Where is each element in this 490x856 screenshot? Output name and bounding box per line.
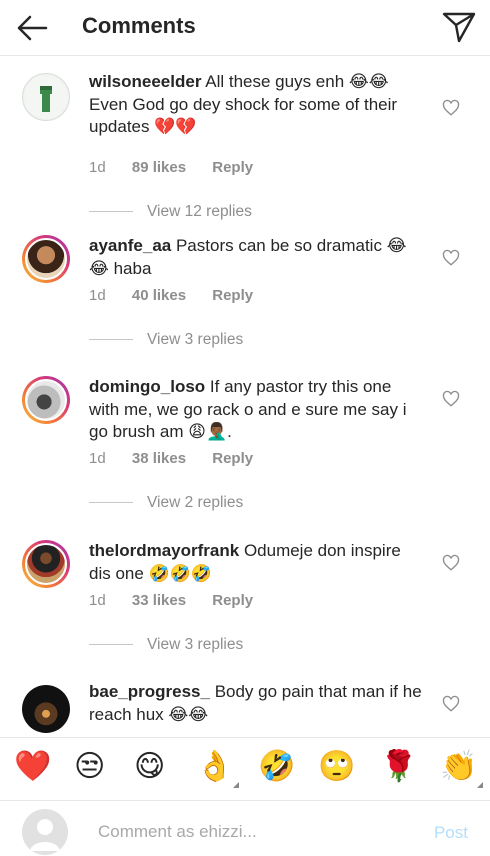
- comment-age: 1d: [89, 287, 106, 304]
- emoji-quick-bar: ❤️ 😒 😋 👌 🤣 🙄 🌹 👏: [0, 737, 490, 799]
- comments-list[interactable]: wilsoneeelder All these guys enh 😂😂 Even…: [0, 57, 490, 735]
- emoji-heart[interactable]: ❤️: [14, 750, 51, 784]
- view-replies-button[interactable]: View 3 replies: [89, 636, 243, 654]
- avatar[interactable]: [22, 685, 70, 733]
- comment-text: bae_progress_ Body go pain that man if h…: [89, 681, 424, 726]
- comment-age: 1d: [89, 450, 106, 467]
- view-replies-divider: [89, 211, 133, 213]
- view-replies-divider: [89, 644, 133, 646]
- comment-likes[interactable]: 40 likes: [132, 287, 186, 304]
- view-replies-button[interactable]: View 3 replies: [89, 331, 243, 349]
- comment-username[interactable]: wilsoneeelder: [89, 72, 201, 91]
- emoji-unamused[interactable]: 😒: [74, 750, 105, 784]
- reply-button[interactable]: Reply: [212, 450, 253, 467]
- emoji-eye-roll[interactable]: 🙄: [318, 750, 355, 784]
- avatar[interactable]: [22, 376, 70, 424]
- like-heart-icon[interactable]: [442, 554, 460, 572]
- comment-text: thelordmayorfrank Odumeje don inspire di…: [89, 540, 424, 585]
- post-button[interactable]: Post: [434, 823, 468, 843]
- comment-age: 1d: [89, 159, 106, 176]
- emoji-rose[interactable]: 🌹: [380, 750, 417, 784]
- default-profile-icon: [30, 819, 60, 851]
- comment-composer: Comment as ehizzi... Post: [0, 800, 490, 856]
- view-replies-divider: [89, 502, 133, 504]
- view-replies-label: View 12 replies: [147, 203, 252, 220]
- comment-meta: 1d 40 likes Reply: [89, 287, 275, 304]
- like-heart-icon[interactable]: [442, 99, 460, 117]
- avatar[interactable]: [22, 73, 70, 121]
- back-arrow-icon[interactable]: [14, 10, 50, 46]
- reply-button[interactable]: Reply: [212, 159, 253, 176]
- skin-tone-indicator: [233, 782, 240, 788]
- header-bar: Comments: [0, 0, 490, 56]
- reply-button[interactable]: Reply: [212, 287, 253, 304]
- fist-logo-icon: [24, 75, 68, 119]
- avatar[interactable]: [22, 540, 70, 588]
- comment-likes[interactable]: 38 likes: [132, 450, 186, 467]
- comment-text: domingo_loso If any pastor try this one …: [89, 376, 424, 444]
- comment-meta: 1d 33 likes Reply: [89, 592, 275, 609]
- view-replies-button[interactable]: View 12 replies: [89, 203, 252, 221]
- page-title: Comments: [82, 13, 196, 38]
- comment-username[interactable]: ayanfe_aa: [89, 236, 171, 255]
- emoji-ok-hand-glyph: 👌: [196, 750, 234, 783]
- avatar[interactable]: [22, 235, 70, 283]
- reply-button[interactable]: Reply: [212, 592, 253, 609]
- view-replies-label: View 3 replies: [147, 331, 244, 348]
- direct-send-icon[interactable]: [442, 10, 476, 44]
- emoji-clap-glyph: 👏: [440, 750, 478, 783]
- like-heart-icon[interactable]: [442, 695, 460, 713]
- comment-likes[interactable]: 33 likes: [132, 592, 186, 609]
- comment-text: ayanfe_aa Pastors can be so dramatic 😂😂 …: [89, 235, 424, 280]
- emoji-yum[interactable]: 😋: [134, 750, 165, 784]
- comment-username[interactable]: thelordmayorfrank: [89, 541, 239, 560]
- emoji-rofl[interactable]: 🤣: [258, 750, 295, 784]
- view-replies-label: View 3 replies: [147, 636, 244, 653]
- emoji-ok-hand[interactable]: 👌: [196, 750, 240, 788]
- comment-input[interactable]: Comment as ehizzi...: [98, 822, 257, 842]
- view-replies-label: View 2 replies: [147, 494, 244, 511]
- comment-age: 1d: [89, 592, 106, 609]
- view-replies-divider: [89, 339, 133, 341]
- comment-meta: 1d 89 likes Reply: [89, 159, 275, 176]
- comment-username[interactable]: domingo_loso: [89, 377, 205, 396]
- comment-username[interactable]: bae_progress_: [89, 682, 210, 701]
- comment-text: wilsoneeelder All these guys enh 😂😂 Even…: [89, 71, 424, 139]
- user-avatar: [22, 809, 68, 855]
- view-replies-button[interactable]: View 2 replies: [89, 494, 243, 512]
- emoji-clap[interactable]: 👏: [440, 750, 484, 788]
- skin-tone-indicator: [477, 782, 484, 788]
- like-heart-icon[interactable]: [442, 249, 460, 267]
- like-heart-icon[interactable]: [442, 390, 460, 408]
- comment-likes[interactable]: 89 likes: [132, 159, 186, 176]
- comment-meta: 1d 38 likes Reply: [89, 450, 275, 467]
